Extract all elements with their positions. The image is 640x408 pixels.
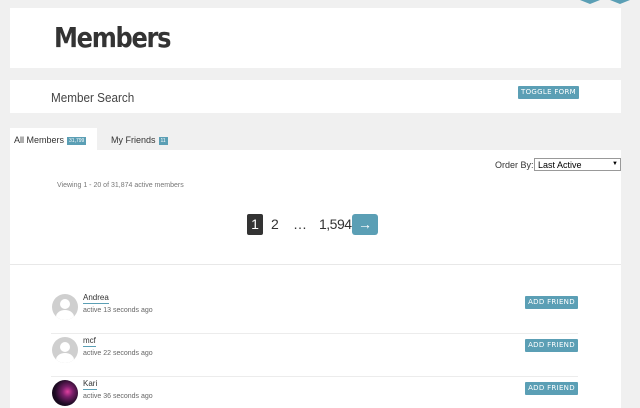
member-last-active: active 13 seconds ago (83, 307, 153, 314)
add-friend-button[interactable]: ADD FRIEND (525, 382, 578, 395)
tab-all-members-label: All Members (14, 135, 65, 145)
pagination-current-page: 1 (247, 214, 263, 235)
member-name-link[interactable]: Andrea (83, 293, 109, 304)
tab-my-friends[interactable]: My Friends 11 (107, 128, 173, 150)
photo-avatar[interactable] (52, 380, 78, 406)
page-header: Members (10, 8, 621, 68)
order-by-label: Order By: (495, 160, 534, 170)
member-last-active: active 22 seconds ago (83, 350, 153, 357)
default-avatar-icon[interactable] (52, 337, 78, 363)
tab-my-friends-label: My Friends (111, 135, 156, 145)
divider (10, 264, 621, 265)
corner-decoration (580, 0, 630, 4)
member-search-title: Member Search (51, 90, 135, 105)
order-by-select[interactable]: Last Active ▼ (534, 158, 621, 171)
dropdown-arrow-icon: ▼ (612, 161, 618, 167)
member-list-item: Andrea active 13 seconds ago ADD FRIEND (51, 293, 581, 336)
member-name-link[interactable]: Kari (83, 379, 98, 390)
member-last-active: active 36 seconds ago (83, 393, 153, 400)
default-avatar-icon[interactable] (52, 294, 78, 320)
member-search-panel: Member Search TOGGLE FORM (10, 80, 621, 113)
pagination-page-2[interactable]: 2 (271, 216, 279, 232)
member-list-item: Kari active 36 seconds ago ADD FRIEND (51, 379, 581, 408)
members-list-panel: Order By: Last Active ▼ Viewing 1 - 20 o… (10, 150, 621, 408)
add-friend-button[interactable]: ADD FRIEND (525, 296, 578, 309)
tab-all-members-count: 31,799 (67, 137, 87, 145)
member-list-item: mcf active 22 seconds ago ADD FRIEND (51, 336, 581, 379)
tab-my-friends-count: 11 (158, 137, 168, 145)
pagination-ellipsis: … (293, 216, 307, 232)
pagination-next-button[interactable]: → (352, 214, 378, 235)
row-separator (51, 333, 578, 334)
add-friend-button[interactable]: ADD FRIEND (525, 339, 578, 352)
row-separator (51, 376, 578, 377)
toggle-form-button[interactable]: TOGGLE FORM (518, 86, 579, 99)
pagination-last-page[interactable]: 1,594 (319, 216, 352, 232)
order-by-selected-value: Last Active (538, 160, 582, 170)
viewing-count-text: Viewing 1 - 20 of 31,874 active members (57, 182, 184, 189)
tab-all-members[interactable]: All Members 31,799 (10, 128, 97, 150)
member-name-link[interactable]: mcf (83, 336, 96, 347)
page-title: Members (54, 21, 171, 54)
